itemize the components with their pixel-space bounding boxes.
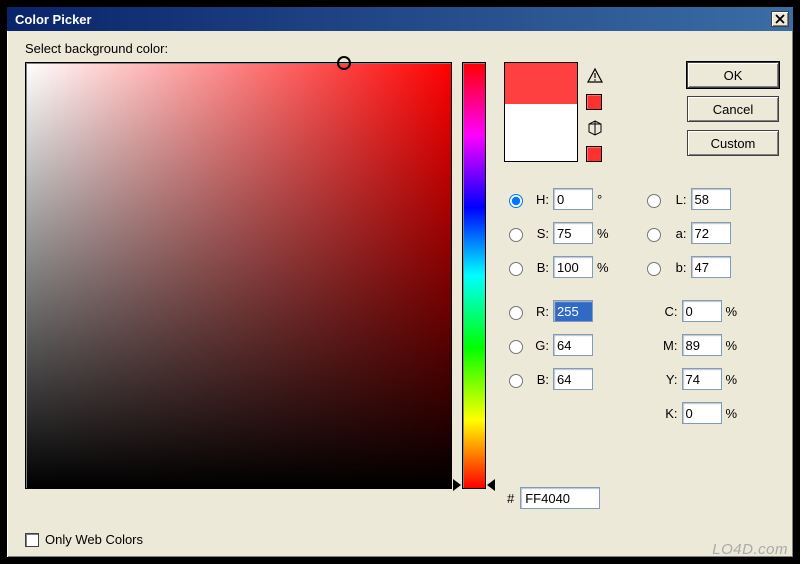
label-b: B: <box>527 372 549 387</box>
label-l: L: <box>665 192 687 207</box>
label-m: M: <box>642 338 678 353</box>
websafe-swatch[interactable] <box>586 146 602 162</box>
input-h[interactable] <box>553 188 593 210</box>
label-lab-b: b: <box>665 260 687 275</box>
color-preview <box>504 62 578 162</box>
hue-slider-handle-left[interactable] <box>453 479 461 491</box>
input-brightness[interactable] <box>553 256 593 278</box>
color-picker-dialog: Color Picker Select background color: <box>6 6 794 558</box>
checkbox-web-colors-label: Only Web Colors <box>45 532 143 547</box>
gamut-warning-row[interactable] <box>586 66 604 86</box>
input-y[interactable] <box>682 368 722 390</box>
hue-slider-handle-right[interactable] <box>487 479 495 491</box>
label-brightness: B: <box>527 260 549 275</box>
websafe-row[interactable] <box>586 118 604 138</box>
unit-h: ° <box>597 192 613 207</box>
input-lab-b[interactable] <box>691 256 731 278</box>
radio-h[interactable] <box>509 194 523 208</box>
checkbox-web-colors[interactable] <box>25 533 39 547</box>
warning-icon <box>586 67 604 85</box>
input-s[interactable] <box>553 222 593 244</box>
input-r[interactable] <box>553 300 593 322</box>
unit-k: % <box>726 406 742 421</box>
radio-s[interactable] <box>509 228 523 242</box>
heading-label: Select background color: <box>25 41 779 56</box>
radio-b[interactable] <box>509 374 523 388</box>
radio-brightness[interactable] <box>509 262 523 276</box>
input-hex[interactable] <box>520 487 600 509</box>
label-a: a: <box>665 226 687 241</box>
unit-s: % <box>597 226 613 241</box>
label-c: C: <box>642 304 678 319</box>
close-icon <box>775 14 785 24</box>
label-h: H: <box>527 192 549 207</box>
hue-slider[interactable] <box>462 62 486 489</box>
gamut-swatch[interactable] <box>586 94 602 110</box>
titlebar[interactable]: Color Picker <box>7 7 793 31</box>
color-field[interactable] <box>25 62 452 489</box>
unit-c: % <box>726 304 742 319</box>
label-g: G: <box>527 338 549 353</box>
window-title: Color Picker <box>15 12 771 27</box>
input-k[interactable] <box>682 402 722 424</box>
unit-brightness: % <box>597 260 613 275</box>
unit-m: % <box>726 338 742 353</box>
radio-a[interactable] <box>647 228 661 242</box>
label-r: R: <box>527 304 549 319</box>
input-l[interactable] <box>691 188 731 210</box>
label-s: S: <box>527 226 549 241</box>
input-c[interactable] <box>682 300 722 322</box>
unit-y: % <box>726 372 742 387</box>
preview-old-color[interactable] <box>505 104 577 161</box>
close-button[interactable] <box>771 11 789 27</box>
input-g[interactable] <box>553 334 593 356</box>
radio-g[interactable] <box>509 340 523 354</box>
radio-l[interactable] <box>647 194 661 208</box>
preview-new-color[interactable] <box>505 63 577 104</box>
color-field-cursor[interactable] <box>337 56 351 70</box>
input-b[interactable] <box>553 368 593 390</box>
input-a[interactable] <box>691 222 731 244</box>
custom-button[interactable]: Custom <box>687 130 779 156</box>
hex-prefix: # <box>507 491 514 506</box>
dialog-content: Select background color: <box>7 31 793 557</box>
radio-lab-b[interactable] <box>647 262 661 276</box>
cancel-button[interactable]: Cancel <box>687 96 779 122</box>
radio-r[interactable] <box>509 306 523 320</box>
cube-icon <box>586 119 604 137</box>
label-k: K: <box>642 406 678 421</box>
label-y: Y: <box>642 372 678 387</box>
ok-button[interactable]: OK <box>687 62 779 88</box>
input-m[interactable] <box>682 334 722 356</box>
